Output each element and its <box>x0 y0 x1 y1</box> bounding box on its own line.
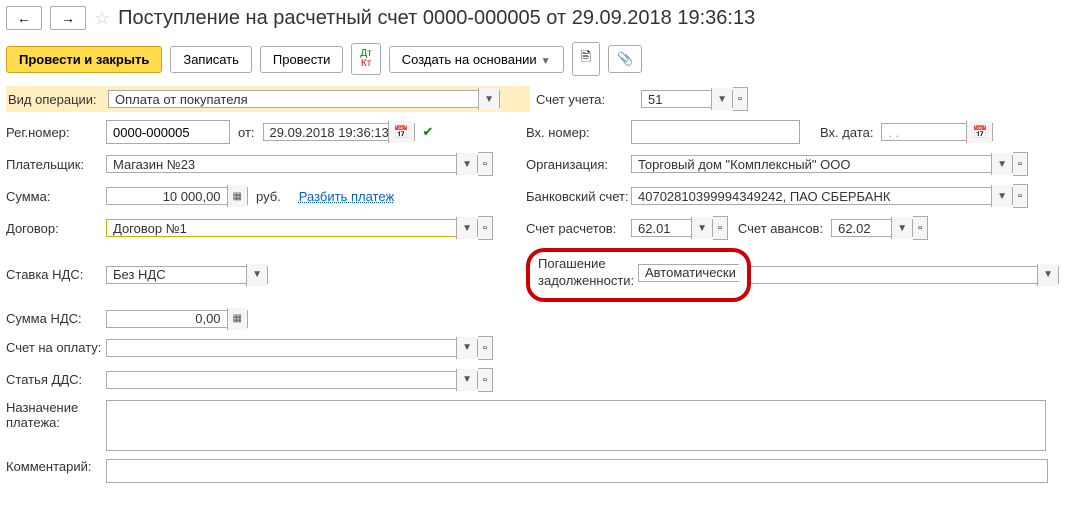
sum-input[interactable]: 10 000,00 ▦ <box>106 187 248 205</box>
calcacc-combo[interactable]: 62.01 ▼ <box>631 219 713 237</box>
debt-combo-ext[interactable]: ▼ <box>751 266 1059 284</box>
open-icon[interactable]: ▫ <box>478 216 493 240</box>
dropdown-icon[interactable]: ▼ <box>1037 264 1058 286</box>
dropdown-icon[interactable]: ▼ <box>456 337 477 359</box>
account-combo[interactable]: 51 ▼ <box>641 90 733 108</box>
calc-icon[interactable]: ▦ <box>227 185 247 207</box>
highlight-annotation: Погашение задолженности: Автоматически <box>526 248 751 302</box>
indate-input[interactable]: . . 📅 <box>881 123 993 141</box>
advacc-label: Счет авансов: <box>738 221 823 236</box>
op-type-label: Вид операции: <box>8 92 108 107</box>
open-icon[interactable]: ▫ <box>1013 184 1028 208</box>
open-icon[interactable]: ▫ <box>478 152 493 176</box>
regnum-input[interactable] <box>106 120 230 144</box>
post-and-close-button[interactable]: Провести и закрыть <box>6 46 162 73</box>
payer-label: Плательщик: <box>6 157 106 172</box>
dropdown-icon[interactable]: ▼ <box>691 217 712 239</box>
page-title: Поступление на расчетный счет 0000-00000… <box>118 7 755 30</box>
op-type-combo[interactable]: Оплата от покупателя ▼ <box>108 90 500 108</box>
calcacc-label: Счет расчетов: <box>526 221 631 236</box>
open-icon[interactable]: ▫ <box>733 87 748 111</box>
org-label: Организация: <box>526 157 631 172</box>
vatrate-combo[interactable]: Без НДС ▼ <box>106 266 268 284</box>
bankacc-combo[interactable]: 40702810399994349242, ПАО СБЕРБАНК ▼ <box>631 187 1013 205</box>
comment-label: Комментарий: <box>6 459 106 483</box>
open-icon[interactable]: ▫ <box>478 336 493 360</box>
debt-combo[interactable]: Автоматически <box>638 264 739 282</box>
open-icon[interactable]: ▫ <box>913 216 928 240</box>
vatsum-label: Сумма НДС: <box>6 311 106 326</box>
org-combo[interactable]: Торговый дом "Комплексный" ООО ▼ <box>631 155 1013 173</box>
calendar-icon[interactable]: 📅 <box>966 121 992 143</box>
debt-label: Погашение задолженности: <box>538 256 638 290</box>
indate-label: Вх. дата: <box>820 125 873 140</box>
invoice-label: Счет на оплату: <box>6 340 106 355</box>
open-icon[interactable]: ▫ <box>1013 152 1028 176</box>
back-button[interactable]: ← <box>6 6 42 30</box>
dropdown-icon[interactable]: ▼ <box>456 217 477 239</box>
forward-button[interactable]: → <box>50 6 86 30</box>
sum-label: Сумма: <box>6 189 106 204</box>
contract-combo[interactable]: Договор №1 ▼ <box>106 219 478 237</box>
split-payment-link[interactable]: Разбить платеж <box>299 189 394 204</box>
dropdown-icon[interactable]: ▼ <box>246 264 267 286</box>
rub-label: руб. <box>256 189 281 204</box>
dds-label: Статья ДДС: <box>6 372 106 387</box>
from-label: от: <box>238 125 255 140</box>
invoice-combo[interactable]: ▼ <box>106 339 478 357</box>
contract-label: Договор: <box>6 221 106 236</box>
regnum-label: Рег.номер: <box>6 125 106 140</box>
innum-input[interactable] <box>631 120 800 144</box>
dds-combo[interactable]: ▼ <box>106 371 478 389</box>
purpose-label: Назначение платежа: <box>6 400 106 430</box>
open-icon[interactable]: ▫ <box>478 368 493 392</box>
dropdown-icon[interactable]: ▼ <box>991 185 1012 207</box>
open-icon[interactable]: ▫ <box>713 216 728 240</box>
favorite-star-icon[interactable]: ☆ <box>94 8 110 29</box>
bankacc-label: Банковский счет: <box>526 189 631 204</box>
save-button[interactable]: Записать <box>170 46 252 73</box>
attach-button[interactable]: 📎 <box>608 45 642 73</box>
vatrate-label: Ставка НДС: <box>6 267 106 282</box>
dropdown-icon[interactable]: ▼ <box>478 88 499 110</box>
dropdown-icon[interactable]: ▼ <box>711 88 732 110</box>
calendar-icon[interactable]: 📅 <box>388 121 414 143</box>
innum-label: Вх. номер: <box>526 125 631 140</box>
dtkt-button[interactable]: ДтКт <box>351 43 380 75</box>
dropdown-icon[interactable]: ▼ <box>456 369 477 391</box>
date-input[interactable]: 29.09.2018 19:36:13 📅 <box>263 123 415 141</box>
vatsum-input[interactable]: 0,00 ▦ <box>106 310 248 328</box>
dropdown-icon[interactable]: ▼ <box>891 217 912 239</box>
check-icon: ✔ <box>423 124 434 140</box>
dropdown-icon[interactable]: ▼ <box>456 153 477 175</box>
advacc-combo[interactable]: 62.02 ▼ <box>831 219 913 237</box>
account-label: Счет учета: <box>536 92 641 107</box>
calc-icon[interactable]: ▦ <box>227 308 247 330</box>
comment-input[interactable] <box>106 459 1048 483</box>
create-based-button[interactable]: Создать на основании▼ <box>389 46 564 73</box>
payer-combo[interactable]: Магазин №23 ▼ <box>106 155 478 173</box>
dropdown-icon[interactable]: ▼ <box>991 153 1012 175</box>
post-button[interactable]: Провести <box>260 46 344 73</box>
purpose-textarea[interactable] <box>106 400 1046 451</box>
print-button[interactable]: 🖹 <box>572 42 600 76</box>
